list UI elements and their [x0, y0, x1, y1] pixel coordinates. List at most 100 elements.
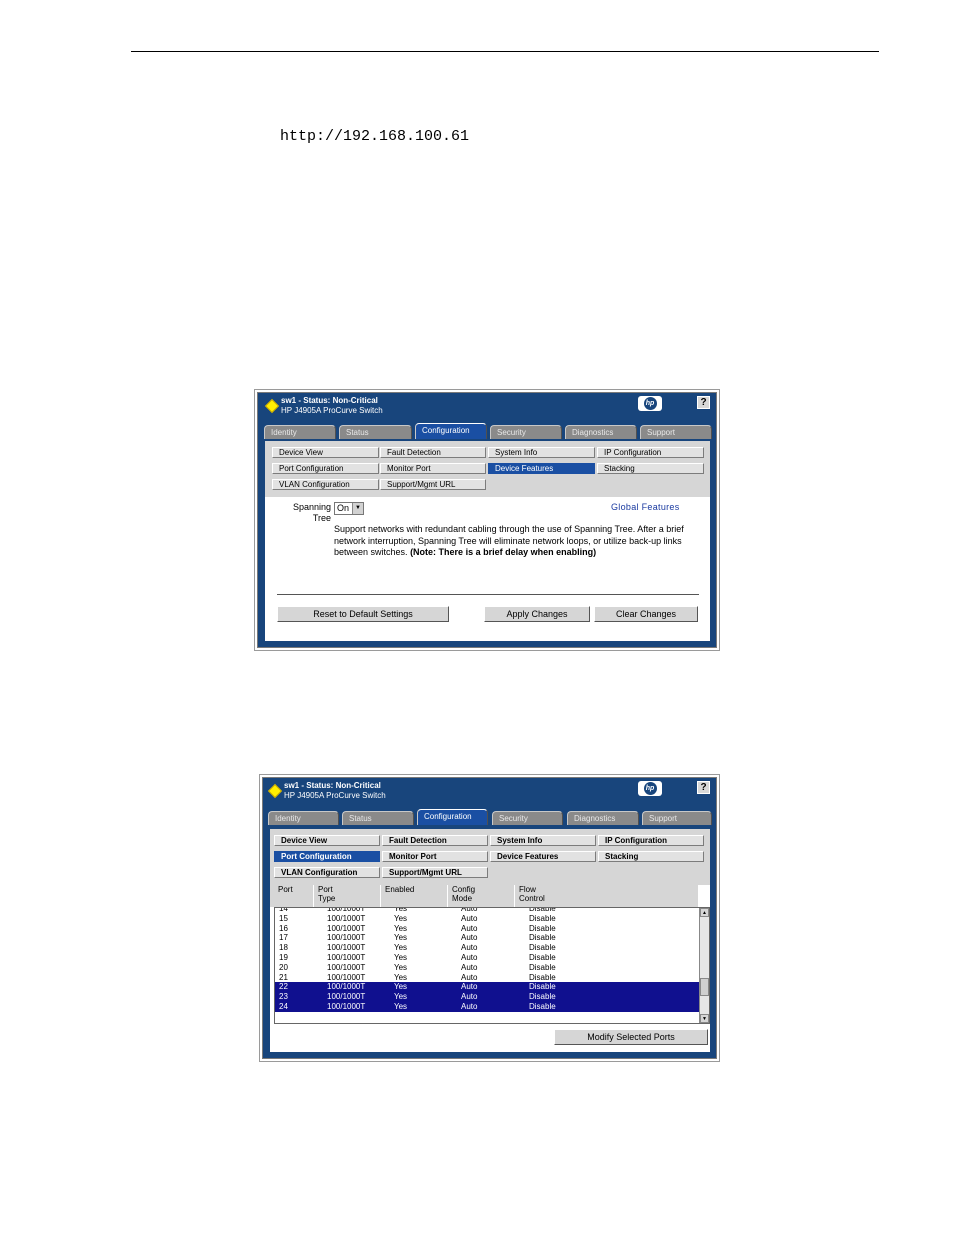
- subnav-device-features[interactable]: Device Features: [490, 851, 596, 862]
- tab-identity[interactable]: Identity: [264, 425, 336, 439]
- table-row[interactable]: 14 100/1000T Yes Auto Disable: [275, 908, 699, 914]
- config-subnav: Device View Fault Detection System Info …: [270, 829, 710, 885]
- subnav-fault-detection[interactable]: Fault Detection: [380, 447, 486, 458]
- tab-status[interactable]: Status: [342, 811, 414, 825]
- hp-logo-icon: hp: [638, 781, 662, 796]
- port-list[interactable]: 14 100/1000T Yes Auto Disable 15 100/1000T Yes A…: [274, 907, 710, 1024]
- subnav-device-features[interactable]: Device Features: [488, 463, 595, 474]
- cell-flow: Disable: [529, 1002, 556, 1011]
- modify-selected-ports-button[interactable]: Modify Selected Ports: [554, 1029, 708, 1045]
- status-line: sw1 - Status: Non-Critical: [281, 396, 378, 405]
- scrollbar[interactable]: ▲ ▼: [699, 908, 709, 1023]
- global-features-link[interactable]: Global Features: [611, 502, 680, 512]
- apply-changes-button[interactable]: Apply Changes: [484, 606, 590, 622]
- cell-flow: Disable: [529, 982, 556, 992]
- table-row[interactable]: 24 100/1000T Yes Auto Disable: [275, 1002, 699, 1012]
- table-row[interactable]: 20 100/1000T Yes Auto Disable: [275, 963, 699, 973]
- subnav-port-configuration[interactable]: Port Configuration: [274, 851, 380, 862]
- description-note: (Note: There is a brief delay when enabl…: [410, 547, 597, 557]
- subnav-monitor-port[interactable]: Monitor Port: [380, 463, 486, 474]
- cell-type: 100/1000T: [327, 923, 366, 933]
- subnav-fault-detection[interactable]: Fault Detection: [382, 835, 488, 846]
- subnav-ip-configuration[interactable]: IP Configuration: [597, 447, 704, 458]
- cell-mode: Auto: [461, 933, 478, 943]
- subnav-monitor-port[interactable]: Monitor Port: [382, 851, 488, 862]
- subnav-system-info[interactable]: System Info: [490, 835, 596, 846]
- table-row[interactable]: 15 100/1000T Yes Auto Disable: [275, 914, 699, 924]
- column-header-enabled[interactable]: Enabled: [381, 885, 448, 907]
- help-icon[interactable]: ?: [697, 396, 710, 409]
- scroll-up-icon[interactable]: ▲: [700, 908, 709, 917]
- table-row[interactable]: 18 100/1000T Yes Auto Disable: [275, 943, 699, 953]
- subnav-support-mgmt-url[interactable]: Support/Mgmt URL: [382, 867, 488, 878]
- cell-type: 100/1000T: [327, 1002, 366, 1011]
- tab-diagnostics[interactable]: Diagnostics: [565, 425, 637, 439]
- cell-port: 23: [279, 992, 288, 1002]
- reset-defaults-button[interactable]: Reset to Default Settings: [277, 606, 449, 622]
- spanning-tree-label: Spanning Tree: [285, 502, 331, 524]
- cell-flow: Disable: [529, 953, 556, 962]
- scroll-down-icon[interactable]: ▼: [700, 1014, 709, 1023]
- content-area: Device View Fault Detection System Info …: [270, 829, 710, 1052]
- spanning-tree-value: On: [337, 503, 350, 513]
- subnav-stacking[interactable]: Stacking: [598, 851, 704, 862]
- tab-security[interactable]: Security: [492, 811, 563, 825]
- tab-security[interactable]: Security: [490, 425, 562, 439]
- table-row[interactable]: 21 100/1000T Yes Auto Disable: [275, 973, 699, 983]
- cell-flow: Disable: [529, 962, 556, 972]
- column-header-flow-control[interactable]: Flow Control: [515, 885, 698, 907]
- tab-identity[interactable]: Identity: [268, 811, 339, 825]
- tab-support[interactable]: Support: [642, 811, 712, 825]
- chevron-down-icon: ▼: [352, 503, 363, 514]
- table-row[interactable]: 17 100/1000T Yes Auto Disable: [275, 933, 699, 943]
- subnav-vlan-configuration[interactable]: VLAN Configuration: [272, 479, 379, 490]
- subnav-support-mgmt-url[interactable]: Support/Mgmt URL: [380, 479, 486, 490]
- table-row[interactable]: 19 100/1000T Yes Auto Disable: [275, 953, 699, 963]
- subnav-ip-configuration[interactable]: IP Configuration: [598, 835, 704, 846]
- cell-mode: Auto: [461, 962, 478, 972]
- spanning-tree-label-line1: Spanning: [292, 502, 331, 512]
- cell-flow: Disable: [529, 943, 556, 953]
- hp-logo-icon: hp: [638, 396, 662, 411]
- cell-port: 24: [279, 1002, 288, 1011]
- tab-support[interactable]: Support: [640, 425, 712, 439]
- cell-enabled: Yes: [394, 953, 408, 962]
- cell-port: 21: [279, 972, 288, 982]
- clear-changes-button[interactable]: Clear Changes: [594, 606, 698, 622]
- subnav-port-configuration[interactable]: Port Configuration: [272, 463, 379, 474]
- window-header: sw1 - Status: Non-Critical HP J4905A Pro…: [258, 393, 716, 421]
- subnav-device-view[interactable]: Device View: [272, 447, 379, 458]
- table-row[interactable]: 23 100/1000T Yes Auto Disable: [275, 992, 699, 1002]
- subnav-stacking[interactable]: Stacking: [597, 463, 704, 474]
- status-diamond-icon: [264, 398, 280, 414]
- status-diamond-icon: [267, 783, 283, 799]
- subnav-device-view[interactable]: Device View: [274, 835, 380, 846]
- hp-logo-text: hp: [643, 397, 657, 410]
- cell-type: 100/1000T: [327, 962, 366, 972]
- cell-enabled: Yes: [394, 933, 408, 943]
- tab-configuration[interactable]: Configuration: [417, 809, 488, 825]
- cell-enabled: Yes: [394, 943, 408, 953]
- content-area: Device View Fault Detection System Info …: [265, 441, 710, 641]
- cell-port: 19: [279, 953, 288, 962]
- tab-configuration[interactable]: Configuration: [415, 423, 487, 439]
- table-row[interactable]: 16 100/1000T Yes Auto Disable: [275, 924, 699, 934]
- scroll-thumb[interactable]: [700, 978, 709, 996]
- cell-type: 100/1000T: [327, 992, 366, 1002]
- column-header-config-mode[interactable]: Config Mode: [448, 885, 515, 907]
- status-line: sw1 - Status: Non-Critical: [284, 781, 381, 790]
- spanning-tree-select[interactable]: On ▼: [334, 502, 364, 515]
- column-header-port-type[interactable]: Port Type: [314, 885, 381, 907]
- table-row[interactable]: 22 100/1000T Yes Auto Disable: [275, 982, 699, 993]
- cell-mode: Auto: [461, 1002, 478, 1011]
- port-configuration-screenshot: sw1 - Status: Non-Critical HP J4905A Pro…: [259, 774, 720, 1062]
- subnav-vlan-configuration[interactable]: VLAN Configuration: [274, 867, 380, 878]
- help-icon[interactable]: ?: [697, 781, 710, 794]
- tab-status[interactable]: Status: [339, 425, 412, 439]
- cell-flow: Disable: [529, 933, 556, 943]
- column-header-port[interactable]: Port: [274, 885, 314, 907]
- subnav-system-info[interactable]: System Info: [488, 447, 595, 458]
- cell-flow: Disable: [529, 913, 556, 923]
- tab-diagnostics[interactable]: Diagnostics: [567, 811, 639, 825]
- cell-enabled: Yes: [394, 1002, 408, 1011]
